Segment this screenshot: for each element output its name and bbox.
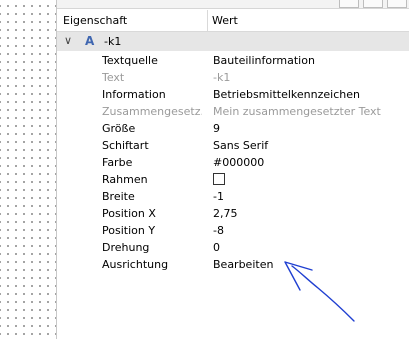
property-row[interactable]: Rahmen xyxy=(57,171,409,188)
column-header-property[interactable]: Eigenschaft xyxy=(63,14,127,27)
toolbar-button[interactable] xyxy=(363,0,383,8)
property-value[interactable]: #000000 xyxy=(213,156,264,169)
property-row[interactable]: Größe 9 xyxy=(57,120,409,137)
property-value[interactable]: Betriebsmittelkennzeichen xyxy=(213,88,360,101)
property-name: Ausrichtung xyxy=(102,258,169,271)
property-row[interactable]: Schiftart Sans Serif xyxy=(57,137,409,154)
property-rows: Textquelle Bauteilinformation Text -k1 Infor… xyxy=(57,52,409,273)
property-value[interactable]: 9 xyxy=(213,122,220,135)
property-name: Position Y xyxy=(102,224,156,237)
rahmen-checkbox[interactable] xyxy=(213,173,225,185)
text-a-icon: A xyxy=(85,34,95,48)
property-name: Breite xyxy=(102,190,135,203)
chevron-down-icon[interactable]: ∨ xyxy=(64,34,72,47)
property-grid-header: Eigenschaft Wert xyxy=(57,10,409,32)
property-name: Zusammengesetz... xyxy=(102,105,202,118)
property-name: Position X xyxy=(102,207,156,220)
property-name: Text xyxy=(102,71,125,84)
property-row[interactable]: Breite -1 xyxy=(57,188,409,205)
property-row[interactable]: Farbe #000000 xyxy=(57,154,409,171)
property-row[interactable]: Information Betriebsmittelkennzeichen xyxy=(57,86,409,103)
property-row[interactable]: Ausrichtung Bearbeiten xyxy=(57,256,409,273)
column-header-value[interactable]: Wert xyxy=(212,14,238,27)
property-name: Größe xyxy=(102,122,136,135)
property-value[interactable]: -1 xyxy=(213,190,224,203)
property-row[interactable]: Zusammengesetz... Mein zusammengesetzter … xyxy=(57,103,409,120)
toolbar-button[interactable] xyxy=(339,0,359,8)
property-value[interactable]: 2,75 xyxy=(213,207,238,220)
property-value[interactable]: Bearbeiten xyxy=(213,258,273,271)
property-name: Schiftart xyxy=(102,139,149,152)
canvas-dot-grid xyxy=(0,0,56,339)
property-name: Farbe xyxy=(102,156,133,169)
property-value[interactable]: -8 xyxy=(213,224,224,237)
property-value[interactable]: 0 xyxy=(213,241,220,254)
toolbar-button[interactable] xyxy=(387,0,407,8)
property-value[interactable]: -k1 xyxy=(213,71,230,84)
property-row[interactable]: Textquelle Bauteilinformation xyxy=(57,52,409,69)
property-name: Drehung xyxy=(102,241,150,254)
property-name: Rahmen xyxy=(102,173,148,186)
group-label: -k1 xyxy=(104,35,122,48)
property-value[interactable]: Bauteilinformation xyxy=(213,54,315,67)
property-row[interactable]: Drehung 0 xyxy=(57,239,409,256)
property-row[interactable]: Position Y -8 xyxy=(57,222,409,239)
property-value[interactable]: Mein zusammengesetzter Text xyxy=(213,105,381,118)
column-divider[interactable] xyxy=(207,10,208,31)
group-row-k1[interactable]: ∨ A -k1 xyxy=(57,32,409,51)
property-name: Information xyxy=(102,88,166,101)
properties-panel: Eigenschaft Wert ∨ A -k1 Textquelle Baute… xyxy=(56,0,409,339)
panel-toolbar-strip xyxy=(57,0,409,9)
property-row[interactable]: Text -k1 xyxy=(57,69,409,86)
property-name: Textquelle xyxy=(102,54,158,67)
property-value[interactable]: Sans Serif xyxy=(213,139,268,152)
property-row[interactable]: Position X 2,75 xyxy=(57,205,409,222)
